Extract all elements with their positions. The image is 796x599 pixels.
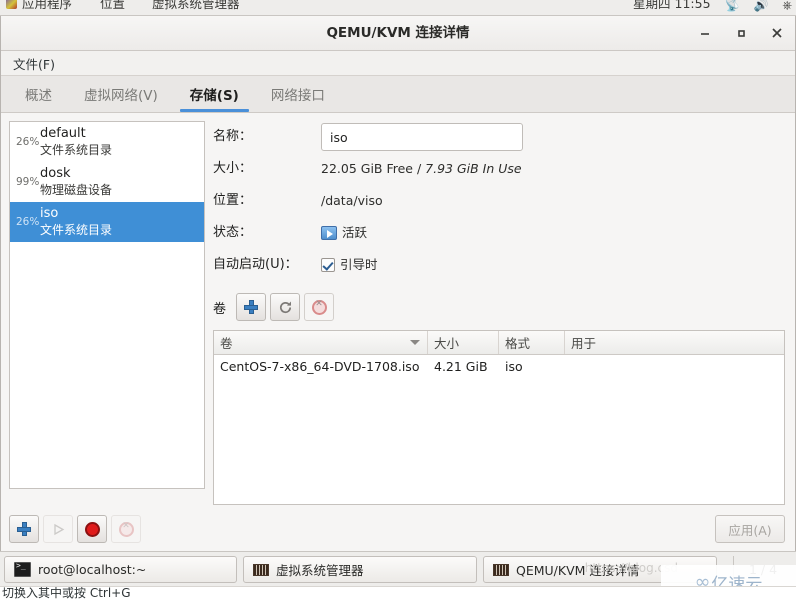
autostart-value-label: 引导时 [340,257,378,272]
storage-tab-content: 26% default 文件系统目录 99% dosk 物理磁盘设备 26% i… [1,113,795,551]
volumes-toolbar: 卷 [213,293,785,321]
bottom-cut-text: 切换入其中或按 Ctrl+G [2,586,131,599]
autostart-checkbox[interactable] [321,258,335,272]
pool-list-item-iso[interactable]: 26% iso 文件系统目录 [10,202,204,242]
tab-virtual-networks[interactable]: 虚拟网络(V) [68,89,174,113]
pool-size-free: 22.05 GiB Free [321,161,413,176]
column-header-used-by[interactable]: 用于 [565,331,784,354]
refresh-icon [279,301,291,313]
storage-pool-list[interactable]: 26% default 文件系统目录 99% dosk 物理磁盘设备 26% i… [9,121,205,489]
tab-network-interfaces[interactable]: 网络接口 [255,89,341,113]
pool-toolbar [9,515,145,543]
pool-usage-percent: 26% [16,136,40,148]
volumes-table-header: 卷 大小 格式 用于 [214,331,784,355]
column-header-size[interactable]: 大小 [428,331,499,354]
pool-name: default [40,126,86,141]
cell-volume-name: CentOS-7-x86_64-DVD-1708.iso [220,358,420,374]
taskbar: root@localhost:~ 虚拟系统管理器 QEMU/KVM 连接详情 1… [0,551,796,587]
table-row[interactable]: CentOS-7-x86_64-DVD-1708.iso 4.21 GiB is… [214,355,784,377]
pool-state-value: 活跃 [342,225,368,240]
pool-name-input[interactable] [321,123,523,151]
pool-type: 文件系统目录 [40,143,113,157]
taskbar-item-vmm[interactable]: 虚拟系统管理器 [243,556,477,583]
refresh-volumes-button[interactable] [270,293,301,321]
apply-button[interactable]: 应用(A) [715,515,785,543]
add-pool-button[interactable] [9,515,39,543]
taskbar-item-label: root@localhost:~ [38,562,147,577]
panel-menu-vmm[interactable]: 虚拟系统管理器 [152,0,240,15]
volume-icon[interactable]: 🔊 [753,0,768,15]
column-header-volume-label: 卷 [220,336,233,351]
column-header-volume[interactable]: 卷 [214,331,428,354]
pool-name: dosk [40,166,71,181]
minimize-icon[interactable] [695,23,715,43]
pool-usage-percent: 26% [16,216,40,228]
menu-file[interactable]: 文件(F) [7,52,61,75]
plus-icon [17,522,31,536]
window-titlebar: QEMU/KVM 连接详情 [1,16,795,51]
pool-type: 文件系统目录 [40,223,113,237]
pool-type: 物理磁盘设备 [40,183,113,197]
autostart-label: 自动启动(U)： [213,257,298,272]
delete-icon [311,299,327,315]
pool-details-pane: 名称： 大小： 22.05 GiB Free / 7.93 GiB In Use… [213,121,785,505]
window-controls [695,16,787,50]
stop-icon [84,521,100,537]
pool-location-value: /data/viso [321,193,383,208]
pool-details-form: 名称： 大小： 22.05 GiB Free / 7.93 GiB In Use… [213,121,785,281]
column-header-format[interactable]: 格式 [499,331,565,354]
pool-name: iso [40,206,59,221]
sort-descending-icon [410,340,420,345]
tab-storage[interactable]: 存储(S) [174,89,255,113]
panel-clock[interactable]: 星期四 11:55 [633,0,711,11]
stop-pool-button[interactable] [77,515,107,543]
taskbar-item-connection-details[interactable]: QEMU/KVM 连接详情 [483,556,717,583]
play-icon [51,522,65,536]
delete-pool-button [111,515,141,543]
pool-size-separator: / [413,161,426,176]
tabbar: 概述 虚拟网络(V) 存储(S) 网络接口 [1,76,795,113]
applications-menu-icon[interactable] [6,0,17,9]
cell-volume-size: 4.21 GiB [434,358,488,374]
menubar: 文件(F) [1,51,795,76]
taskbar-item-terminal[interactable]: root@localhost:~ [4,556,237,583]
pool-list-item-dosk[interactable]: 99% dosk 物理磁盘设备 [10,162,204,202]
cell-volume-format: iso [505,358,523,374]
panel-menu-places[interactable]: 位置 [100,0,125,15]
vmm-icon [493,563,509,576]
terminal-icon [14,561,31,577]
pool-size-value: 22.05 GiB Free / 7.93 GiB In Use [321,153,522,185]
size-label: 大小： [213,161,253,176]
plus-icon [244,300,259,314]
pool-size-used: 7.93 GiB In Use [425,161,522,176]
window-title: QEMU/KVM 连接详情 [326,25,470,41]
pool-active-icon [321,226,337,240]
start-pool-button [43,515,73,543]
desktop-top-panel: 应用程序 位置 虚拟系统管理器 星期四 11:55 📡 🔊 ⎈ [0,0,796,16]
maximize-icon[interactable] [731,23,751,43]
panel-menu-applications[interactable]: 应用程序 [22,0,72,15]
state-label: 状态： [213,225,253,240]
pool-list-item-default[interactable]: 26% default 文件系统目录 [10,122,204,162]
pool-usage-percent: 99% [16,176,40,188]
tab-overview[interactable]: 概述 [9,89,68,113]
bottom-cut-strip: 切换入其中或按 Ctrl+G [0,586,796,599]
network-icon[interactable]: 📡 [725,0,740,15]
volumes-table[interactable]: 卷 大小 格式 用于 CentOS-7-x86_64-DVD-1708.iso … [213,330,785,505]
close-icon[interactable] [767,23,787,43]
power-icon[interactable]: ⎈ [782,0,792,15]
workspace-indicator[interactable]: 1 / 4 [733,556,792,583]
vmm-icon [253,563,269,576]
taskbar-item-label: 虚拟系统管理器 [276,563,364,578]
delete-icon [118,521,134,537]
volumes-label: 卷 [213,301,227,317]
add-volume-button[interactable] [236,293,267,321]
taskbar-item-label: QEMU/KVM 连接详情 [516,563,640,578]
connection-details-window: QEMU/KVM 连接详情 文件(F) 概述 虚拟网络(V) 存储(S) 网络接… [0,16,796,551]
location-label: 位置： [213,193,253,208]
panel-status-area: 星期四 11:55 📡 🔊 ⎈ [633,0,792,15]
delete-volume-button[interactable] [304,293,335,321]
name-label: 名称： [213,129,253,144]
